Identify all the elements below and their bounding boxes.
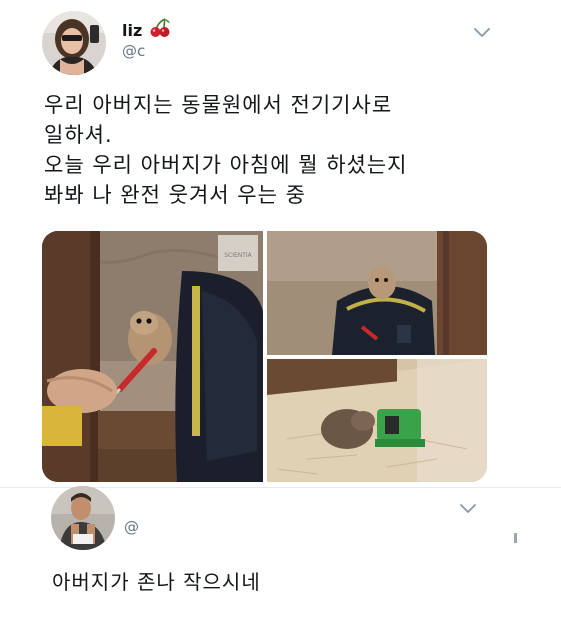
media-photo-meerkat-with-tool[interactable]: [267, 359, 487, 482]
tweet-text-line: 오늘 우리 아버지가 아침에 뭘 하셨는지: [44, 153, 408, 177]
chevron-down-icon[interactable]: [458, 502, 478, 516]
tweet-text-line: 일하셔.: [44, 123, 113, 147]
tweet-text: 우리 아버지는 동물원에서 전기기사로 일하셔. 오늘 우리 아버지가 아침에 …: [44, 90, 524, 210]
chevron-down-icon[interactable]: [472, 26, 492, 40]
reply-author-avatar[interactable]: [51, 486, 115, 550]
cherry-emoji: [148, 18, 172, 42]
author-display-name[interactable]: liz: [122, 21, 142, 40]
reply-text: 아버지가 존나 작으시네: [52, 570, 261, 594]
tweet-text-line: 우리 아버지는 동물원에서 전기기사로: [44, 93, 393, 117]
author-name-row[interactable]: liz: [122, 18, 172, 42]
scrollbar-indicator[interactable]: [514, 533, 517, 543]
reply-author-handle[interactable]: @: [124, 518, 139, 536]
author-handle[interactable]: @c: [122, 42, 145, 60]
author-avatar[interactable]: [42, 11, 106, 75]
tweet-media-grid[interactable]: SCIENTIA: [42, 231, 487, 482]
tweet-text-line: 봐봐 나 완전 웃겨서 우는 중: [44, 183, 306, 207]
media-photo-meerkat-screwdriver[interactable]: SCIENTIA: [42, 231, 263, 482]
media-photo-meerkat-in-bag[interactable]: [267, 231, 487, 355]
media-watermark: SCIENTIA: [224, 252, 252, 259]
